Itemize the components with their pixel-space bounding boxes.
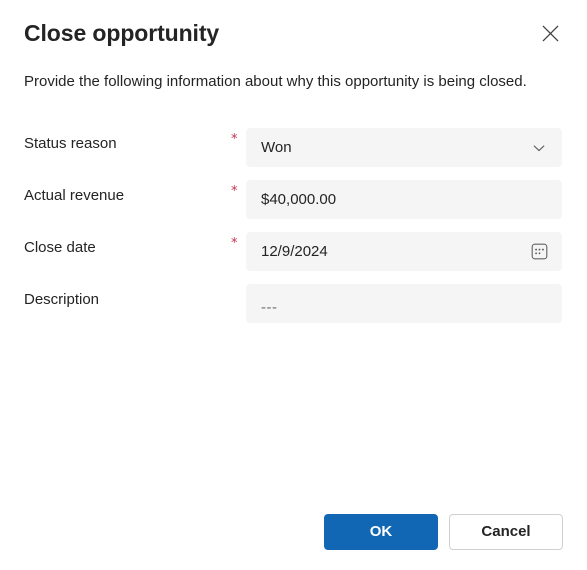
chevron-down-icon[interactable]	[528, 137, 550, 159]
field-label-close-date: Close date	[24, 239, 96, 256]
field-row-close-date: Close date * 12/9/2024	[0, 232, 587, 284]
required-indicator-status-reason: *	[231, 132, 238, 147]
field-label-actual-revenue: Actual revenue	[24, 187, 125, 204]
field-row-status-reason: Status reason * Won	[0, 128, 587, 180]
dialog-footer: OK Cancel	[0, 514, 587, 550]
field-row-actual-revenue: Actual revenue * $40,000.00	[0, 180, 587, 232]
field-label-status-reason: Status reason	[24, 135, 117, 152]
status-reason-dropdown[interactable]: Won	[246, 128, 562, 167]
cancel-button[interactable]: Cancel	[449, 514, 563, 550]
description-value: ---	[261, 298, 278, 316]
required-indicator-close-date: *	[231, 236, 238, 251]
field-row-description: Description ---	[0, 284, 587, 336]
dialog-subtitle: Provide the following information about …	[24, 73, 527, 90]
ok-button[interactable]: OK	[324, 514, 438, 550]
description-input[interactable]: ---	[246, 284, 562, 323]
field-label-description: Description	[24, 291, 100, 308]
close-date-value: 12/9/2024	[261, 242, 328, 260]
required-indicator-actual-revenue: *	[231, 184, 238, 199]
actual-revenue-input[interactable]: $40,000.00	[246, 180, 562, 219]
status-reason-value: Won	[261, 138, 292, 156]
close-date-input[interactable]: 12/9/2024	[246, 232, 562, 271]
close-dialog-button[interactable]	[534, 17, 566, 49]
dialog-title: Close opportunity	[24, 20, 220, 46]
calendar-icon[interactable]	[528, 241, 550, 263]
actual-revenue-value: $40,000.00	[261, 190, 337, 208]
close-opportunity-form: Status reason * Won Actual revenue * $40…	[0, 128, 587, 336]
close-opportunity-dialog: Close opportunity Provide the following …	[0, 0, 587, 570]
close-icon	[542, 25, 559, 42]
